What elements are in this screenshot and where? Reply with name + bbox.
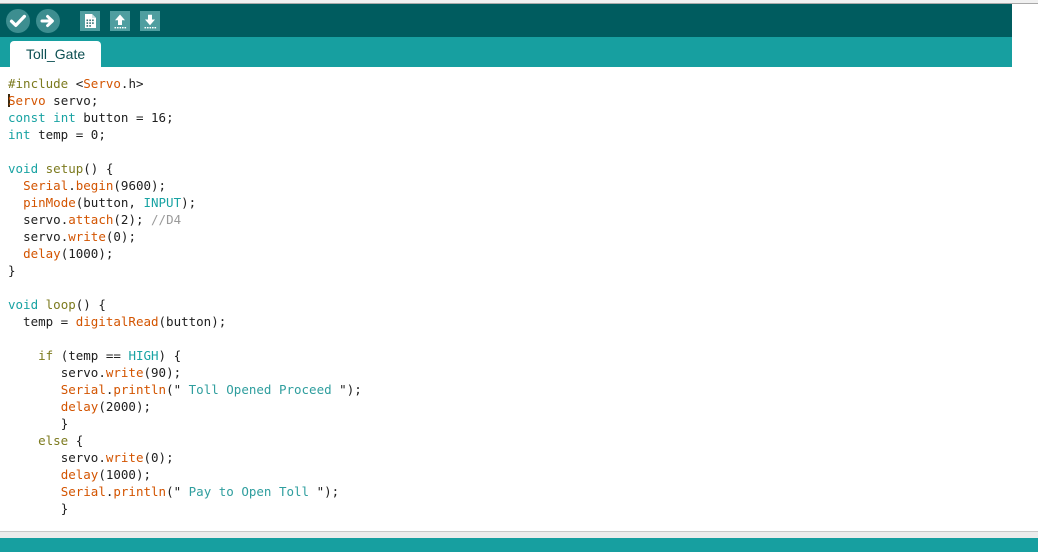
high-constant: HIGH: [128, 348, 159, 363]
setup-function: setup: [45, 161, 84, 176]
loop-function: loop: [45, 297, 76, 312]
toolbar: [0, 4, 1012, 37]
code-line: void loop() {: [8, 297, 106, 312]
code-line: void setup() {: [8, 161, 114, 176]
code-line: Servo servo;: [8, 93, 99, 108]
arrow-down-icon: [140, 10, 160, 31]
code-line: servo.write(90);: [60, 365, 182, 380]
code-line: servo.write(0);: [23, 229, 136, 244]
code-line: }: [60, 416, 69, 431]
inline-comment: //D4: [151, 212, 182, 227]
arrow-right-circle-icon: [36, 8, 60, 33]
code-line: else {: [38, 433, 84, 448]
serial-begin-call: begin: [75, 178, 114, 193]
pinmode-call: pinMode: [23, 195, 76, 210]
input-constant: INPUT: [143, 195, 182, 210]
code-content[interactable]: #include <Servo.h> Servo servo; const int …: [0, 67, 1038, 531]
if-keyword: if: [38, 348, 54, 363]
button-pin-value: 16: [151, 110, 167, 125]
code-line: delay(1000);: [23, 246, 114, 261]
arduino-ide-window: Toll_Gate #include <Servo.h> Servo servo;…: [0, 0, 1038, 552]
tab-toll-gate[interactable]: Toll_Gate: [10, 41, 102, 67]
string-literal-toll-opened: Toll Opened Proceed: [181, 382, 340, 397]
code-line: const int button = 16;: [8, 110, 174, 125]
servo-write-call: write: [68, 229, 106, 244]
open-button[interactable]: [106, 7, 134, 35]
new-button[interactable]: [76, 7, 104, 35]
serial-object: Serial: [60, 484, 106, 499]
delay-call: delay: [60, 467, 99, 482]
temp-variable: temp: [38, 127, 69, 142]
code-line: Serial.begin(9600);: [23, 178, 167, 193]
status-bar: [0, 538, 1038, 552]
code-line: int temp = 0;: [8, 127, 106, 142]
servo-type: Servo: [8, 93, 46, 108]
code-line: }: [8, 263, 16, 278]
code-line: if (temp == HIGH) {: [38, 348, 182, 363]
serial-println-call: println: [113, 382, 167, 397]
serial-println-call: println: [113, 484, 167, 499]
upload-button[interactable]: [34, 7, 62, 35]
digitalread-call: digitalRead: [75, 314, 159, 329]
code-editor[interactable]: #include <Servo.h> Servo servo; const int …: [0, 67, 1038, 531]
preprocessor-directive: #include: [8, 76, 69, 91]
code-line: temp = digitalRead(button);: [8, 314, 227, 329]
save-button[interactable]: [136, 7, 164, 35]
arrow-up-icon: [110, 10, 130, 31]
servo-write-call: write: [105, 450, 144, 465]
toolbar-separator: [64, 20, 76, 21]
servo-write-call: write: [105, 365, 144, 380]
code-line: Serial.println(" Toll Opened Proceed ");: [60, 382, 362, 397]
code-line: }: [60, 501, 69, 516]
servo-attach-call: attach: [68, 212, 114, 227]
servo-variable: servo: [53, 93, 91, 108]
serial-object: Serial: [23, 178, 69, 193]
string-literal-pay-to-open: Pay to Open Toll: [181, 484, 317, 499]
verify-button[interactable]: [4, 7, 32, 35]
code-line: delay(1000);: [60, 467, 152, 482]
serial-object: Serial: [60, 382, 106, 397]
new-document-icon: [80, 10, 100, 31]
tab-bar: Toll_Gate: [0, 37, 1012, 67]
code-line: Serial.println(" Pay to Open Toll ");: [60, 484, 340, 499]
code-line: pinMode(button, INPUT);: [23, 195, 197, 210]
code-line: delay(2000);: [60, 399, 152, 414]
button-variable: button: [83, 110, 129, 125]
delay-call: delay: [60, 399, 99, 414]
else-keyword: else: [38, 433, 69, 448]
console-divider: [0, 531, 1038, 538]
check-circle-icon: [6, 8, 30, 33]
servo-library: Servo: [83, 76, 121, 91]
code-line: servo.attach(2); //D4: [23, 212, 182, 227]
code-line: #include <Servo.h>: [8, 76, 144, 91]
delay-call: delay: [23, 246, 61, 261]
code-line: servo.write(0);: [60, 450, 174, 465]
tab-label: Toll_Gate: [26, 46, 86, 62]
